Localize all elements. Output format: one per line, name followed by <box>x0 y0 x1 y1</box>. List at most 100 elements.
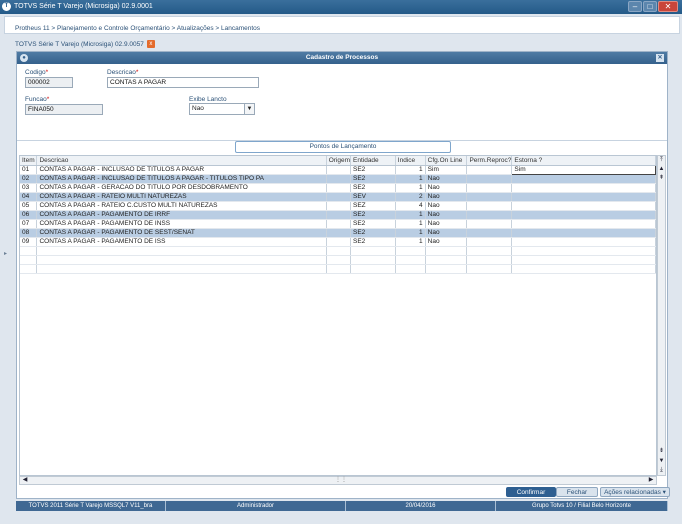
cell-entidade[interactable]: SE2 <box>350 165 396 175</box>
cell-estorna[interactable] <box>511 237 656 247</box>
scroll-grip-icon[interactable]: ⋮⋮ <box>335 477 347 484</box>
scroll-right-icon[interactable]: ▶ <box>647 477 655 484</box>
cell-cfg-online[interactable]: Nao <box>425 219 468 229</box>
table-row[interactable]: 01 CONTAS A PAGAR - INCLUSAO DE TITULOS A… <box>20 164 656 175</box>
cell-descricao[interactable]: CONTAS A PAGAR - INCLUSAO DE TITULOS A P… <box>36 174 327 184</box>
cell-item[interactable]: 03 <box>20 183 38 193</box>
cell-origem[interactable] <box>326 219 352 229</box>
cell-cfg-online[interactable]: Nao <box>425 228 468 238</box>
close-window-button[interactable]: ✕ <box>658 1 678 12</box>
fechar-button[interactable]: Fechar <box>556 487 598 497</box>
maximize-button[interactable]: □ <box>643 1 657 12</box>
cell-indice[interactable]: 2 <box>395 192 426 202</box>
confirmar-button[interactable]: Confirmar <box>506 487 556 497</box>
pontos-grid[interactable]: Item Descricao Origem Entidade Indice Cf… <box>19 155 657 476</box>
table-row[interactable]: 02 CONTAS A PAGAR - INCLUSAO DE TITULOS A… <box>20 174 656 184</box>
col-header-cfg-online[interactable]: Cfg.On Line <box>425 156 468 166</box>
cell-entidade[interactable]: SE2 <box>350 237 396 247</box>
codigo-field[interactable]: 000002 <box>25 77 73 88</box>
descricao-field[interactable]: CONTAS A PAGAR <box>107 77 259 88</box>
cell-cfg-online[interactable]: Sim <box>425 165 468 175</box>
cell-perm-reproc[interactable] <box>466 174 513 184</box>
cell-origem[interactable] <box>326 192 352 202</box>
cell-estorna[interactable] <box>511 228 656 238</box>
cell-cfg-online[interactable]: Nao <box>425 174 468 184</box>
scroll-up-page-icon[interactable]: ⇞ <box>658 175 665 182</box>
cell-entidade[interactable]: SE2 <box>350 210 396 220</box>
cell-item[interactable]: 08 <box>20 228 38 238</box>
col-header-estorna[interactable]: Estorna ? <box>511 156 656 166</box>
cell-entidade[interactable]: SE2 <box>350 228 396 238</box>
cell-estorna[interactable] <box>511 219 656 229</box>
tab-close-icon[interactable]: x <box>146 40 155 49</box>
tab-label[interactable]: TOTVS Série T Varejo (Microsiga) 02.9.00… <box>15 41 144 48</box>
scroll-left-icon[interactable]: ◀ <box>21 477 29 484</box>
scroll-up-icon[interactable]: ▲ <box>658 166 665 173</box>
cell-perm-reproc[interactable] <box>466 237 513 247</box>
scroll-top-icon[interactable]: ⤒ <box>658 157 665 164</box>
table-row[interactable]: 06 CONTAS A PAGAR - PAGAMENTO DE IRRF SE2 1… <box>20 210 656 220</box>
cell-estorna[interactable] <box>511 192 656 202</box>
cell-entidade[interactable]: SEZ <box>350 201 396 211</box>
cell-origem[interactable] <box>326 210 352 220</box>
table-row[interactable]: 09 CONTAS A PAGAR - PAGAMENTO DE ISS SE2 1 N… <box>20 237 656 247</box>
cell-perm-reproc[interactable] <box>466 219 513 229</box>
cell-entidade[interactable]: SE2 <box>350 183 396 193</box>
cell-cfg-online[interactable]: Nao <box>425 210 468 220</box>
chevron-down-icon[interactable]: ▼ <box>244 104 254 114</box>
cell-perm-reproc[interactable] <box>466 228 513 238</box>
cell-item[interactable]: 07 <box>20 219 38 229</box>
col-header-entidade[interactable]: Entidade <box>350 156 396 166</box>
cell-perm-reproc[interactable] <box>466 192 513 202</box>
col-header-indice[interactable]: Indice <box>395 156 426 166</box>
cell-item[interactable]: 01 <box>20 165 38 175</box>
acoes-relacionadas-button[interactable]: Ações relacionadas ▾ <box>600 487 670 497</box>
cell-perm-reproc[interactable] <box>466 165 513 175</box>
cell-descricao[interactable]: CONTAS A PAGAR - INCLUSAO DE TITULOS A P… <box>36 165 327 175</box>
cell-cfg-online[interactable]: Nao <box>425 237 468 247</box>
scroll-bottom-icon[interactable]: ⤓ <box>658 467 665 474</box>
col-header-perm-reproc[interactable]: Perm.Reproc? <box>466 156 513 166</box>
cell-descricao[interactable]: CONTAS A PAGAR - RATEIO C.CUSTO MULTI NA… <box>36 201 327 211</box>
table-row[interactable]: 08 CONTAS A PAGAR - PAGAMENTO DE SEST/SEN… <box>20 228 656 238</box>
cell-item[interactable]: 06 <box>20 210 38 220</box>
cell-origem[interactable] <box>326 201 352 211</box>
cell-cfg-online[interactable]: Nao <box>425 201 468 211</box>
cell-estorna[interactable] <box>511 183 656 193</box>
exibe-lancto-select[interactable]: Nao ▼ <box>189 103 255 115</box>
cell-indice[interactable]: 1 <box>395 219 426 229</box>
cell-descricao[interactable]: CONTAS A PAGAR - RATEIO MULTI NATUREZAS <box>36 192 327 202</box>
minimize-button[interactable]: – <box>628 1 642 12</box>
sidebar-toggle-icon[interactable]: ▸ <box>4 250 10 290</box>
cell-origem[interactable] <box>326 174 352 184</box>
cell-indice[interactable]: 1 <box>395 165 426 175</box>
cell-origem[interactable] <box>326 165 352 175</box>
cell-entidade[interactable]: SEV <box>350 192 396 202</box>
cell-cfg-online[interactable]: Nao <box>425 192 468 202</box>
cell-indice[interactable]: 1 <box>395 228 426 238</box>
cell-indice[interactable]: 4 <box>395 201 426 211</box>
cell-indice[interactable]: 1 <box>395 174 426 184</box>
table-row[interactable]: 04 CONTAS A PAGAR - RATEIO MULTI NATUREZA… <box>20 192 656 202</box>
cell-entidade[interactable]: SE2 <box>350 219 396 229</box>
cell-perm-reproc[interactable] <box>466 183 513 193</box>
cell-estorna[interactable]: Sim <box>511 164 656 175</box>
cell-item[interactable]: 05 <box>20 201 38 211</box>
cell-cfg-online[interactable]: Nao <box>425 183 468 193</box>
cell-item[interactable]: 04 <box>20 192 38 202</box>
cell-descricao[interactable]: CONTAS A PAGAR - PAGAMENTO DE IRRF <box>36 210 327 220</box>
dialog-close-icon[interactable]: ✕ <box>656 54 664 62</box>
col-header-origem[interactable]: Origem <box>326 156 352 166</box>
cell-indice[interactable]: 1 <box>395 237 426 247</box>
cell-indice[interactable]: 1 <box>395 210 426 220</box>
table-row[interactable]: 07 CONTAS A PAGAR - PAGAMENTO DE INSS SE2 1… <box>20 219 656 229</box>
cell-origem[interactable] <box>326 228 352 238</box>
cell-descricao[interactable]: CONTAS A PAGAR - GERACAO DO TITULO POR D… <box>36 183 327 193</box>
cell-origem[interactable] <box>326 237 352 247</box>
table-row[interactable]: 03 CONTAS A PAGAR - GERACAO DO TITULO POR… <box>20 183 656 193</box>
cell-descricao[interactable]: CONTAS A PAGAR - PAGAMENTO DE SEST/SENAT <box>36 228 327 238</box>
cell-indice[interactable]: 1 <box>395 183 426 193</box>
cell-perm-reproc[interactable] <box>466 201 513 211</box>
pontos-lancamento-button[interactable]: Pontos de Lançamento <box>235 141 451 153</box>
col-header-descricao[interactable]: Descricao <box>36 156 327 166</box>
